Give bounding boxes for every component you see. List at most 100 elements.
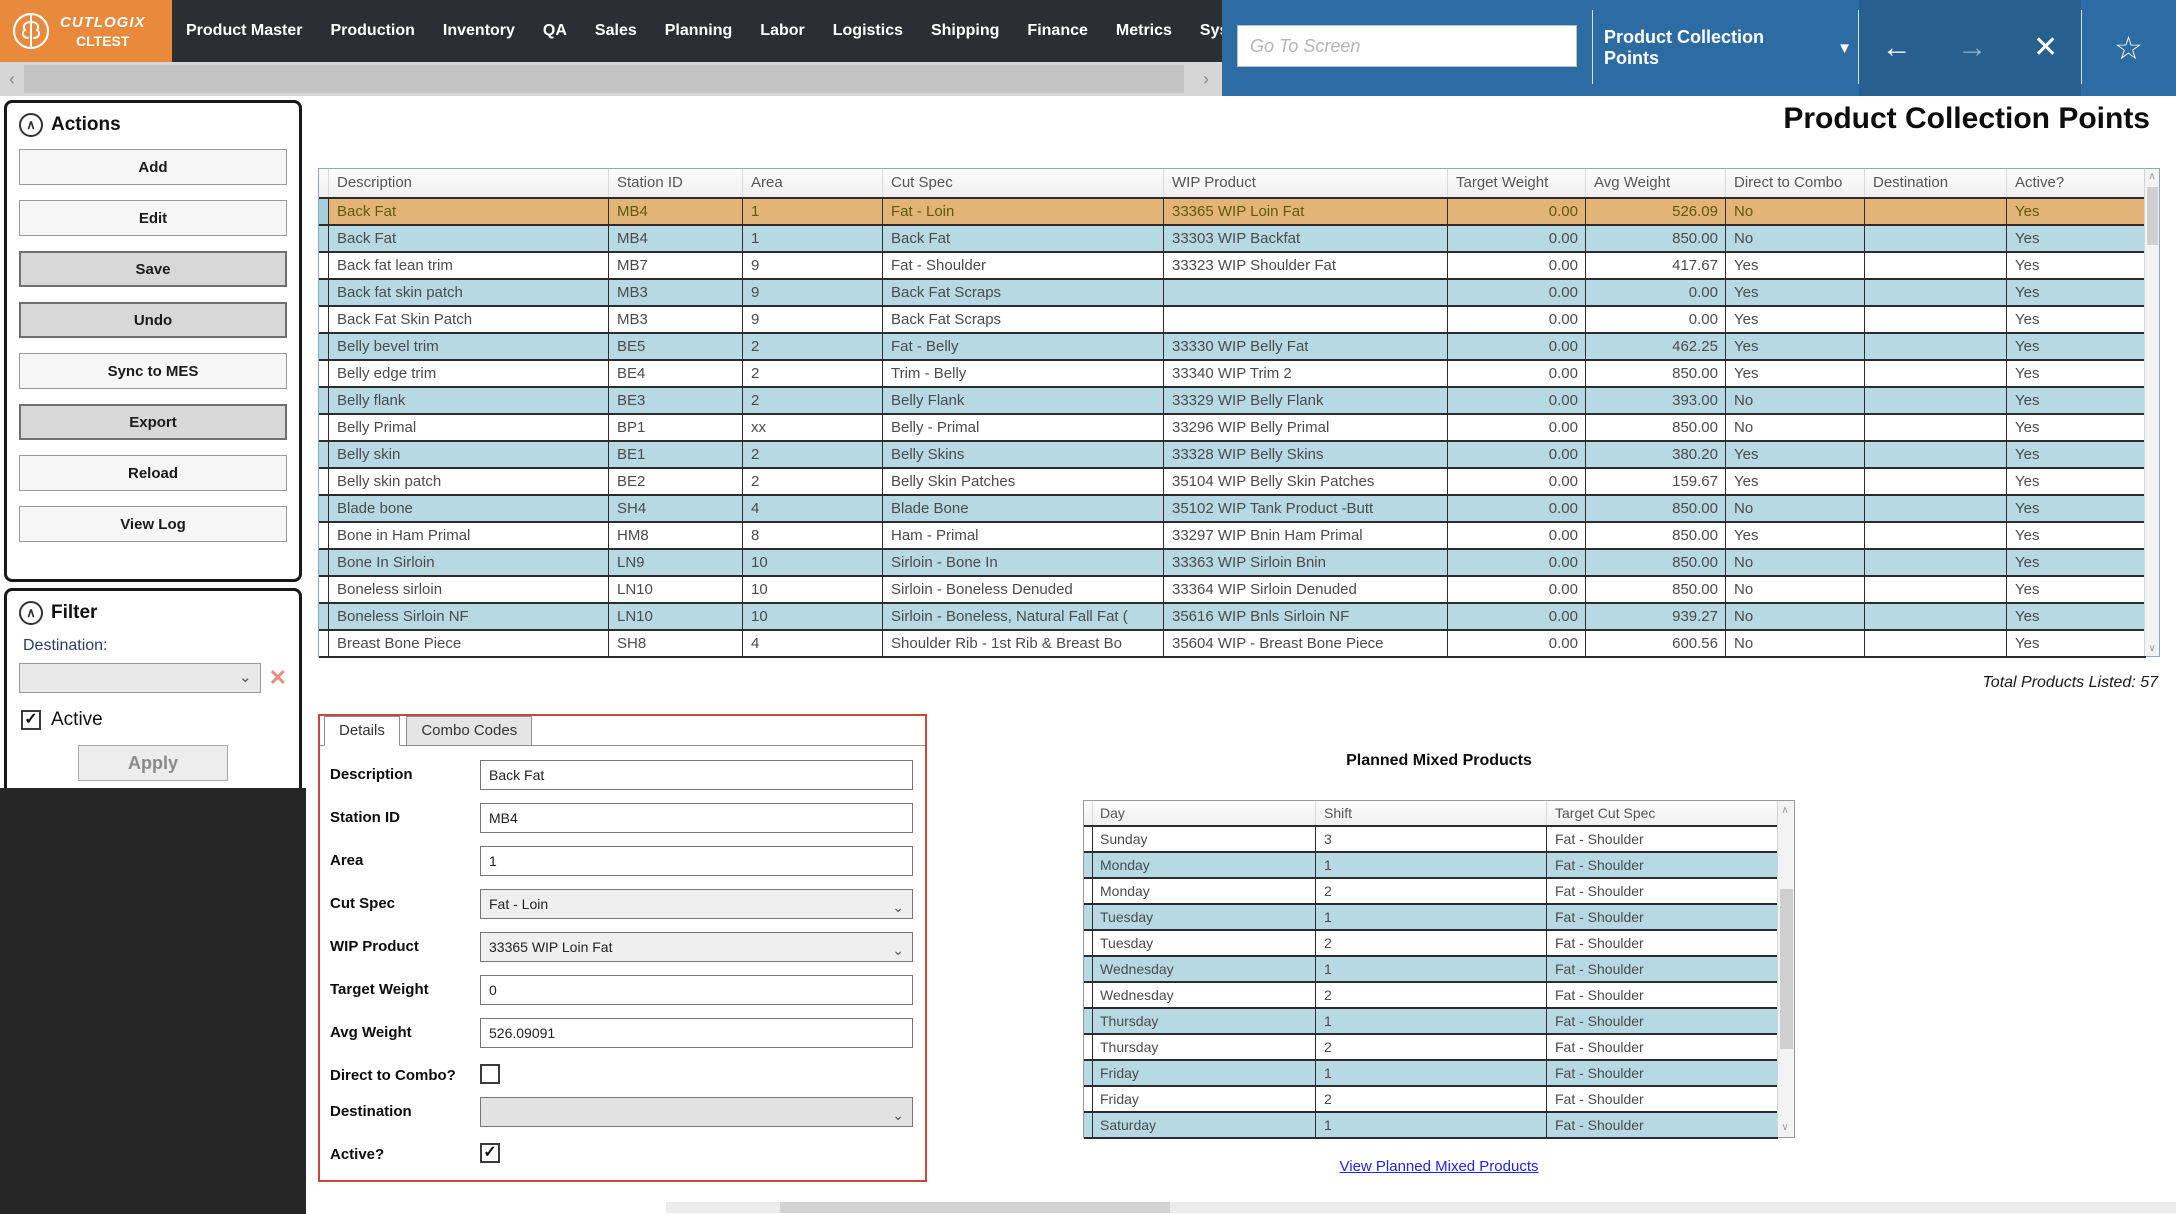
column-header[interactable]: WIP Product <box>1164 169 1448 197</box>
scroll-down-icon[interactable]: ∨ <box>2145 643 2159 654</box>
clear-filter-icon[interactable]: ✕ <box>269 665 287 691</box>
menu-item[interactable]: Syste <box>1186 0 1222 62</box>
action-button[interactable]: Sync to MES <box>19 353 287 389</box>
planned-row[interactable]: Sunday 3 Fat - Shoulder <box>1084 827 1778 853</box>
favorite-star-icon[interactable]: ☆ <box>2114 29 2143 67</box>
scrollbar-thumb[interactable] <box>780 1202 1170 1213</box>
bottom-horizontal-scrollbar[interactable] <box>666 1202 2176 1213</box>
menu-item[interactable]: Inventory <box>429 0 529 62</box>
column-header[interactable]: Active? <box>2007 169 2145 197</box>
go-to-screen-input[interactable] <box>1237 25 1577 67</box>
column-header[interactable]: Destination <box>1865 169 2007 197</box>
product-row[interactable]: Breast Bone Piece SH8 4 Shoulder Rib - 1… <box>319 631 2146 658</box>
product-row[interactable]: Blade bone SH4 4 Blade Bone 35102 WIP Ta… <box>319 496 2146 523</box>
description-field[interactable] <box>480 760 913 790</box>
direct-to-combo-checkbox[interactable]: ✓ <box>480 1064 500 1084</box>
product-row[interactable]: Boneless sirloin LN10 10 Sirloin - Bonel… <box>319 577 2146 604</box>
action-button[interactable]: Add <box>19 149 287 185</box>
product-row[interactable]: Bone In Sirloin LN9 10 Sirloin - Bone In… <box>319 550 2146 577</box>
horizontal-scrollbar[interactable]: ‹ › <box>0 62 1222 96</box>
menu-item[interactable]: Metrics <box>1102 0 1186 62</box>
column-header[interactable]: Area <box>743 169 883 197</box>
column-header[interactable]: Direct to Combo <box>1726 169 1865 197</box>
product-row[interactable]: Belly edge trim BE4 2 Trim - Belly 33340… <box>319 361 2146 388</box>
product-row[interactable]: Back Fat MB4 1 Fat - Loin 33365 WIP Loin… <box>319 199 2146 226</box>
target-weight-field[interactable] <box>480 975 913 1005</box>
planned-row[interactable]: Wednesday 1 Fat - Shoulder <box>1084 957 1778 983</box>
tab-details[interactable]: Details <box>324 716 400 746</box>
column-header[interactable]: Avg Weight <box>1586 169 1726 197</box>
destination-dropdown[interactable]: ⌄ <box>480 1097 913 1127</box>
area-field[interactable] <box>480 846 913 876</box>
product-row[interactable]: Belly skin BE1 2 Belly Skins 33328 WIP B… <box>319 442 2146 469</box>
planned-row[interactable]: Saturday 1 Fat - Shoulder <box>1084 1113 1778 1139</box>
column-header[interactable]: Shift <box>1316 801 1547 825</box>
planned-row[interactable]: Tuesday 1 Fat - Shoulder <box>1084 905 1778 931</box>
column-header[interactable]: Cut Spec <box>883 169 1164 197</box>
product-row[interactable]: Belly bevel trim BE5 2 Fat - Belly 33330… <box>319 334 2146 361</box>
view-planned-mixed-products-link[interactable]: View Planned Mixed Products <box>1340 1158 1539 1175</box>
scroll-left-icon[interactable]: ‹ <box>2 62 22 96</box>
scroll-down-icon[interactable]: ∨ <box>1778 1122 1792 1133</box>
planned-row[interactable]: Tuesday 2 Fat - Shoulder <box>1084 931 1778 957</box>
action-button[interactable]: Save <box>19 251 287 287</box>
planned-row[interactable]: Thursday 1 Fat - Shoulder <box>1084 1009 1778 1035</box>
product-row[interactable]: Belly skin patch BE2 2 Belly Skin Patche… <box>319 469 2146 496</box>
product-row[interactable]: Belly Primal BP1 xx Belly - Primal 33296… <box>319 415 2146 442</box>
screen-selector-dropdown[interactable]: Product Collection Points ▼ <box>1604 0 1852 96</box>
wip-product-dropdown[interactable]: 33365 WIP Loin Fat ⌄ <box>480 932 913 962</box>
action-button[interactable]: Undo <box>19 302 287 338</box>
planned-row[interactable]: Friday 1 Fat - Shoulder <box>1084 1061 1778 1087</box>
column-header[interactable]: Description <box>329 169 609 197</box>
table-vertical-scrollbar[interactable]: ∧ ∨ <box>2144 169 2159 656</box>
product-row[interactable]: Bone in Ham Primal HM8 8 Ham - Primal 33… <box>319 523 2146 550</box>
collapse-chevron-icon[interactable]: ∧ <box>19 113 43 137</box>
column-header[interactable]: Station ID <box>609 169 743 197</box>
product-row[interactable]: Boneless Sirloin NF LN10 10 Sirloin - Bo… <box>319 604 2146 631</box>
planned-row[interactable]: Monday 1 Fat - Shoulder <box>1084 853 1778 879</box>
action-button[interactable]: Export <box>19 404 287 440</box>
column-header[interactable]: Day <box>1092 801 1316 825</box>
product-row[interactable]: Back Fat MB4 1 Back Fat 33303 WIP Backfa… <box>319 226 2146 253</box>
destination-filter-dropdown[interactable]: ⌄ <box>19 663 261 693</box>
station-id-field[interactable] <box>480 803 913 833</box>
product-row[interactable]: Back fat lean trim MB7 9 Fat - Shoulder … <box>319 253 2146 280</box>
scroll-up-icon[interactable]: ∧ <box>2145 171 2159 182</box>
menu-item[interactable]: QA <box>529 0 581 62</box>
menu-item[interactable]: Product Master <box>172 0 316 62</box>
scroll-right-icon[interactable]: › <box>1196 62 1216 96</box>
menu-item[interactable]: Shipping <box>917 0 1013 62</box>
planned-row[interactable]: Friday 2 Fat - Shoulder <box>1084 1087 1778 1113</box>
planned-row[interactable]: Thursday 2 Fat - Shoulder <box>1084 1035 1778 1061</box>
menu-item[interactable]: Logistics <box>819 0 917 62</box>
scroll-up-icon[interactable]: ∧ <box>1778 805 1792 816</box>
collapse-chevron-icon[interactable]: ∧ <box>19 601 43 625</box>
scrollbar-thumb[interactable] <box>24 65 1184 93</box>
menu-item[interactable]: Production <box>316 0 428 62</box>
forward-icon[interactable]: → <box>1957 0 1987 96</box>
tab-combo-codes[interactable]: Combo Codes <box>406 716 532 746</box>
menu-item[interactable]: Finance <box>1013 0 1101 62</box>
menu-item[interactable]: Planning <box>651 0 747 62</box>
action-button[interactable]: Edit <box>19 200 287 236</box>
action-button[interactable]: Reload <box>19 455 287 491</box>
scrollbar-thumb[interactable] <box>2147 187 2158 245</box>
product-row[interactable]: Back fat skin patch MB3 9 Back Fat Scrap… <box>319 280 2146 307</box>
active-filter-checkbox[interactable]: ✓ <box>21 710 41 730</box>
pmp-vertical-scrollbar[interactable]: ∧ ∨ <box>1777 801 1794 1137</box>
active-checkbox[interactable]: ✓ <box>480 1143 500 1163</box>
avg-weight-field[interactable] <box>480 1018 913 1048</box>
back-icon[interactable]: ← <box>1882 0 1912 96</box>
planned-row[interactable]: Wednesday 2 Fat - Shoulder <box>1084 983 1778 1009</box>
action-button[interactable]: View Log <box>19 506 287 542</box>
menu-item[interactable]: Labor <box>746 0 818 62</box>
planned-row[interactable]: Monday 2 Fat - Shoulder <box>1084 879 1778 905</box>
close-icon[interactable]: ✕ <box>2033 0 2058 96</box>
product-row[interactable]: Belly flank BE3 2 Belly Flank 33329 WIP … <box>319 388 2146 415</box>
column-header[interactable]: Target Cut Spec <box>1547 801 1778 825</box>
cut-spec-dropdown[interactable]: Fat - Loin ⌄ <box>480 889 913 919</box>
scrollbar-thumb[interactable] <box>1780 889 1793 1049</box>
column-header[interactable]: Target Weight <box>1448 169 1586 197</box>
menu-item[interactable]: Sales <box>581 0 651 62</box>
apply-button[interactable]: Apply <box>78 745 228 781</box>
